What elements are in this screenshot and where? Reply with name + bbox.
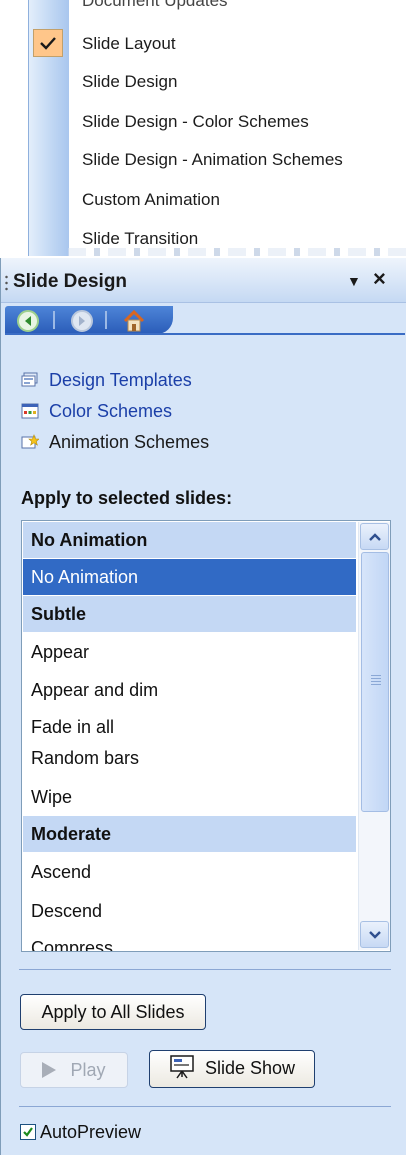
scroll-grip-icon xyxy=(371,675,381,687)
list-item[interactable]: Random bars xyxy=(23,740,356,776)
design-templates-icon xyxy=(21,368,39,387)
list-item[interactable]: No Animation xyxy=(23,559,356,595)
list-item[interactable]: Appear and dim xyxy=(23,672,356,708)
pane-menu-button[interactable]: ▼ xyxy=(347,273,361,289)
list-item[interactable]: Ascend xyxy=(23,854,356,890)
list-item[interactable]: Wipe xyxy=(23,779,356,815)
color-schemes-icon xyxy=(21,399,39,419)
section-divider xyxy=(19,969,391,970)
menu-item-slide-layout[interactable]: Slide Layout xyxy=(82,29,176,59)
nav-separator xyxy=(53,311,55,329)
list-scrollbar[interactable] xyxy=(358,522,390,950)
autopreview-checkbox[interactable] xyxy=(20,1124,36,1140)
section-divider xyxy=(19,1106,391,1107)
list-item[interactable]: Descend xyxy=(23,893,356,929)
slide-show-button[interactable]: Slide Show xyxy=(149,1050,315,1088)
play-icon xyxy=(42,1062,57,1078)
menu-item-slide-design[interactable]: Slide Design xyxy=(82,67,177,97)
menu-item-animation-schemes[interactable]: Slide Design - Animation Schemes xyxy=(82,145,343,175)
nav-underline xyxy=(5,333,405,335)
list-item[interactable]: Appear xyxy=(23,634,356,670)
list-group-header: No Animation xyxy=(23,522,356,558)
drag-grip-icon[interactable] xyxy=(5,274,8,292)
check-mark-icon xyxy=(33,29,63,57)
scroll-down-icon[interactable] xyxy=(360,921,389,948)
apply-to-all-slides-button[interactable]: Apply to All Slides xyxy=(20,994,206,1030)
menu-item-document-updates[interactable]: Document Updates xyxy=(82,0,228,16)
animation-schemes-icon xyxy=(21,430,40,449)
list-item[interactable]: Compress xyxy=(23,930,356,951)
list-group-header: Moderate xyxy=(23,816,356,852)
forward-icon[interactable] xyxy=(71,310,93,332)
play-button[interactable]: Play xyxy=(20,1052,128,1088)
scroll-thumb[interactable] xyxy=(361,552,389,812)
nav-separator xyxy=(105,311,107,329)
link-animation-schemes[interactable]: Animation Schemes xyxy=(21,428,209,456)
scroll-up-icon[interactable] xyxy=(360,523,389,550)
menu-bottom-edge xyxy=(68,248,406,256)
autopreview-option[interactable]: AutoPreview xyxy=(20,1120,141,1144)
autopreview-label: AutoPreview xyxy=(40,1122,142,1142)
apply-to-selected-label: Apply to selected slides: xyxy=(21,488,233,508)
menu-item-custom-animation[interactable]: Custom Animation xyxy=(82,185,220,215)
pane-title: Slide Design xyxy=(13,271,128,292)
back-icon[interactable] xyxy=(17,310,39,332)
task-pane: Slide Design ▼ × Design Templates Color … xyxy=(0,258,406,1155)
menu-item-color-schemes[interactable]: Slide Design - Color Schemes xyxy=(82,107,309,137)
slide-show-icon xyxy=(169,1055,195,1090)
home-icon[interactable] xyxy=(121,308,147,334)
pane-nav-bar xyxy=(5,306,405,334)
view-menu: Document Updates Slide Layout Slide Desi… xyxy=(0,0,406,256)
link-color-schemes[interactable]: Color Schemes xyxy=(21,397,172,425)
link-design-templates[interactable]: Design Templates xyxy=(21,366,192,394)
animation-schemes-list[interactable]: No Animation No Animation Subtle Appear … xyxy=(21,520,391,952)
list-group-header: Subtle xyxy=(23,596,356,632)
pane-close-button[interactable]: × xyxy=(373,268,386,290)
pane-header: Slide Design ▼ × xyxy=(1,258,406,303)
